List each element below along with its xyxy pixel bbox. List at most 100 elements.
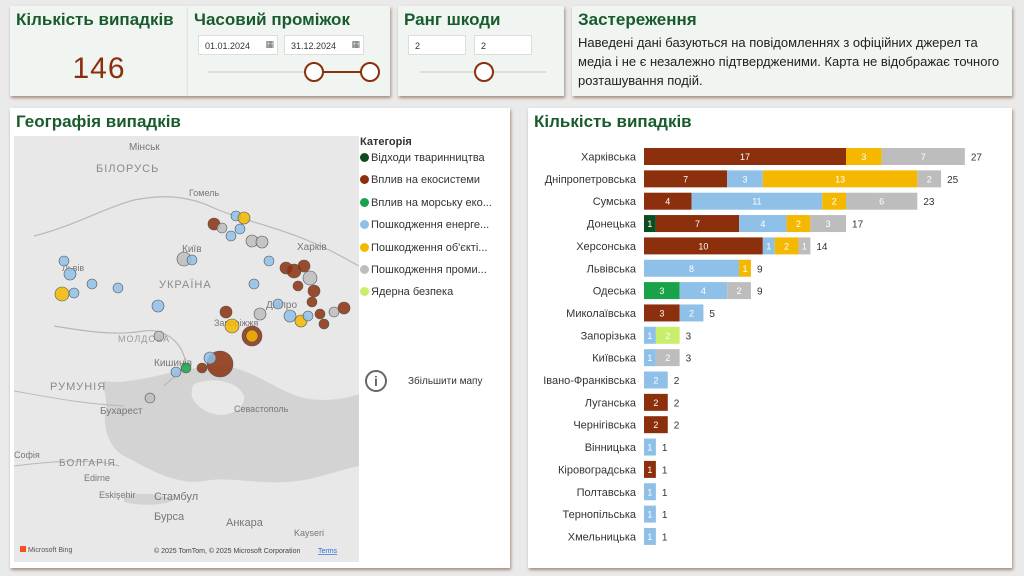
map-bubble[interactable] [225, 230, 237, 242]
legend-label: Ядерна безпека [371, 286, 454, 299]
map-bubble[interactable] [253, 307, 267, 321]
map-bubble[interactable] [263, 255, 275, 267]
black-sea [103, 365, 359, 483]
damage-min-input[interactable]: 2 [408, 35, 466, 55]
damage-min-value: 2 [415, 41, 421, 51]
legend-item[interactable]: Вплив на екосистеми [360, 174, 506, 196]
category-label: Сумська [593, 196, 637, 208]
bar-chart[interactable]: Харківська 17 3 7 27Дніпропетровська 7 3 13 2 25С… [528, 136, 1012, 566]
total-label: 1 [662, 465, 668, 476]
map-bubble[interactable] [144, 392, 156, 404]
map-bubble[interactable] [219, 305, 233, 319]
map-bubble[interactable] [63, 267, 77, 281]
data-label: 3 [743, 174, 748, 184]
map-bubble[interactable] [328, 306, 340, 318]
disclaimer-text: Наведені дані базуються на повідомленнях… [578, 35, 1000, 88]
map-bubble[interactable] [283, 309, 297, 323]
map-bubble[interactable] [54, 286, 70, 302]
category-label: Львівська [587, 263, 637, 275]
data-label: 2 [665, 331, 670, 341]
date-slider-end-handle[interactable] [360, 62, 380, 82]
map-bubble[interactable] [302, 310, 314, 322]
map-bubble[interactable] [112, 282, 124, 294]
map-bubble[interactable] [86, 278, 98, 290]
map-bubble[interactable] [318, 318, 330, 330]
legend-item[interactable]: Відходи тваринництва [360, 152, 506, 174]
damage-max-input[interactable]: 2 [474, 35, 532, 55]
legend-item[interactable]: Пошкодження об'єкті... [360, 242, 506, 264]
legend-item[interactable]: Пошкодження проми... [360, 264, 506, 286]
total-label: 9 [757, 287, 763, 298]
map-bubble[interactable] [302, 270, 318, 286]
end-date-value: 31.12.2024 [291, 41, 337, 51]
data-label: 10 [698, 241, 708, 251]
map-terms-link[interactable]: Terms [318, 548, 338, 555]
data-label: 2 [832, 197, 837, 207]
map-bubble[interactable] [216, 222, 228, 234]
map-label-ukraine: УКРАЇНА [159, 279, 212, 291]
damage-slider-handle[interactable] [474, 62, 494, 82]
legend-item[interactable]: Пошкодження енерге... [360, 219, 506, 241]
map-bubble[interactable] [203, 351, 217, 365]
legend-dot-icon [360, 197, 369, 207]
map-bubble[interactable] [297, 259, 311, 273]
bing-logo-icon [20, 546, 26, 552]
total-label: 17 [852, 220, 864, 231]
category-label: Херсонська [576, 241, 637, 253]
date-slider-start-handle[interactable] [304, 62, 324, 82]
map-bubble[interactable] [255, 235, 269, 249]
map-bubble[interactable] [314, 308, 326, 320]
data-label: 2 [689, 308, 694, 318]
total-label: 3 [686, 331, 692, 342]
map-bubble[interactable] [170, 366, 182, 378]
total-label: 2 [674, 421, 680, 432]
legend-label: Вплив на морську еко... [371, 196, 492, 209]
map-bubble[interactable] [306, 296, 318, 308]
map-bubble[interactable] [248, 278, 260, 290]
zoom-map-link[interactable]: Збільшити мапу [408, 376, 482, 387]
data-label: 6 [879, 197, 884, 207]
map-bubble[interactable] [245, 329, 259, 343]
map-bubble[interactable] [307, 284, 321, 298]
category-label: Тернопільська [563, 509, 637, 521]
total-label: 3 [686, 354, 692, 365]
data-label: 4 [665, 197, 670, 207]
total-label: 9 [757, 264, 763, 275]
data-label: 7 [695, 219, 700, 229]
map-bubble[interactable] [180, 362, 192, 374]
damage-slicer-title: Ранг шкоди [404, 10, 501, 29]
map-bubble[interactable] [292, 280, 304, 292]
map-bubble[interactable] [153, 330, 165, 342]
map-label-istanbul: Стамбул [154, 491, 198, 503]
map-bubble[interactable] [337, 301, 351, 315]
damage-max-value: 2 [481, 41, 487, 51]
data-label: 3 [861, 152, 866, 162]
map-bubble[interactable] [68, 287, 80, 299]
data-label: 17 [740, 152, 750, 162]
data-label: 2 [653, 420, 658, 430]
end-date-input[interactable]: 31.12.2024 ▦ [284, 35, 364, 55]
map-bubble[interactable] [151, 299, 165, 313]
map-bubble[interactable] [58, 255, 70, 267]
calendar-icon[interactable]: ▦ [265, 39, 274, 50]
legend-title: Категорія [360, 136, 412, 148]
map-canvas[interactable]: Мінськ БІЛОРУСЬ Гомель Київ Харків Львів… [14, 136, 359, 562]
map-bubble[interactable] [234, 223, 246, 235]
info-icon[interactable]: i [365, 370, 387, 392]
map-label-sevastopol: Севастополь [234, 404, 289, 414]
map-label-romania: РУМУНІЯ [50, 381, 106, 393]
data-label: 2 [784, 241, 789, 251]
map-bubble[interactable] [224, 318, 240, 334]
map-bubble[interactable] [272, 298, 284, 310]
map-bubble[interactable] [186, 254, 198, 266]
calendar-icon[interactable]: ▦ [351, 39, 360, 50]
category-label: Чернігівська [573, 420, 637, 432]
map-view[interactable]: Мінськ БІЛОРУСЬ Гомель Київ Харків Львів… [14, 136, 359, 562]
legend-item[interactable]: Ядерна безпека [360, 286, 506, 308]
map-label-kharkiv: Харків [297, 242, 327, 253]
map-bubble[interactable] [237, 211, 251, 225]
start-date-input[interactable]: 01.01.2024 ▦ [198, 35, 278, 55]
legend-item[interactable]: Вплив на морську еко... [360, 197, 506, 219]
map-bubble[interactable] [196, 362, 208, 374]
data-label: 2 [653, 398, 658, 408]
